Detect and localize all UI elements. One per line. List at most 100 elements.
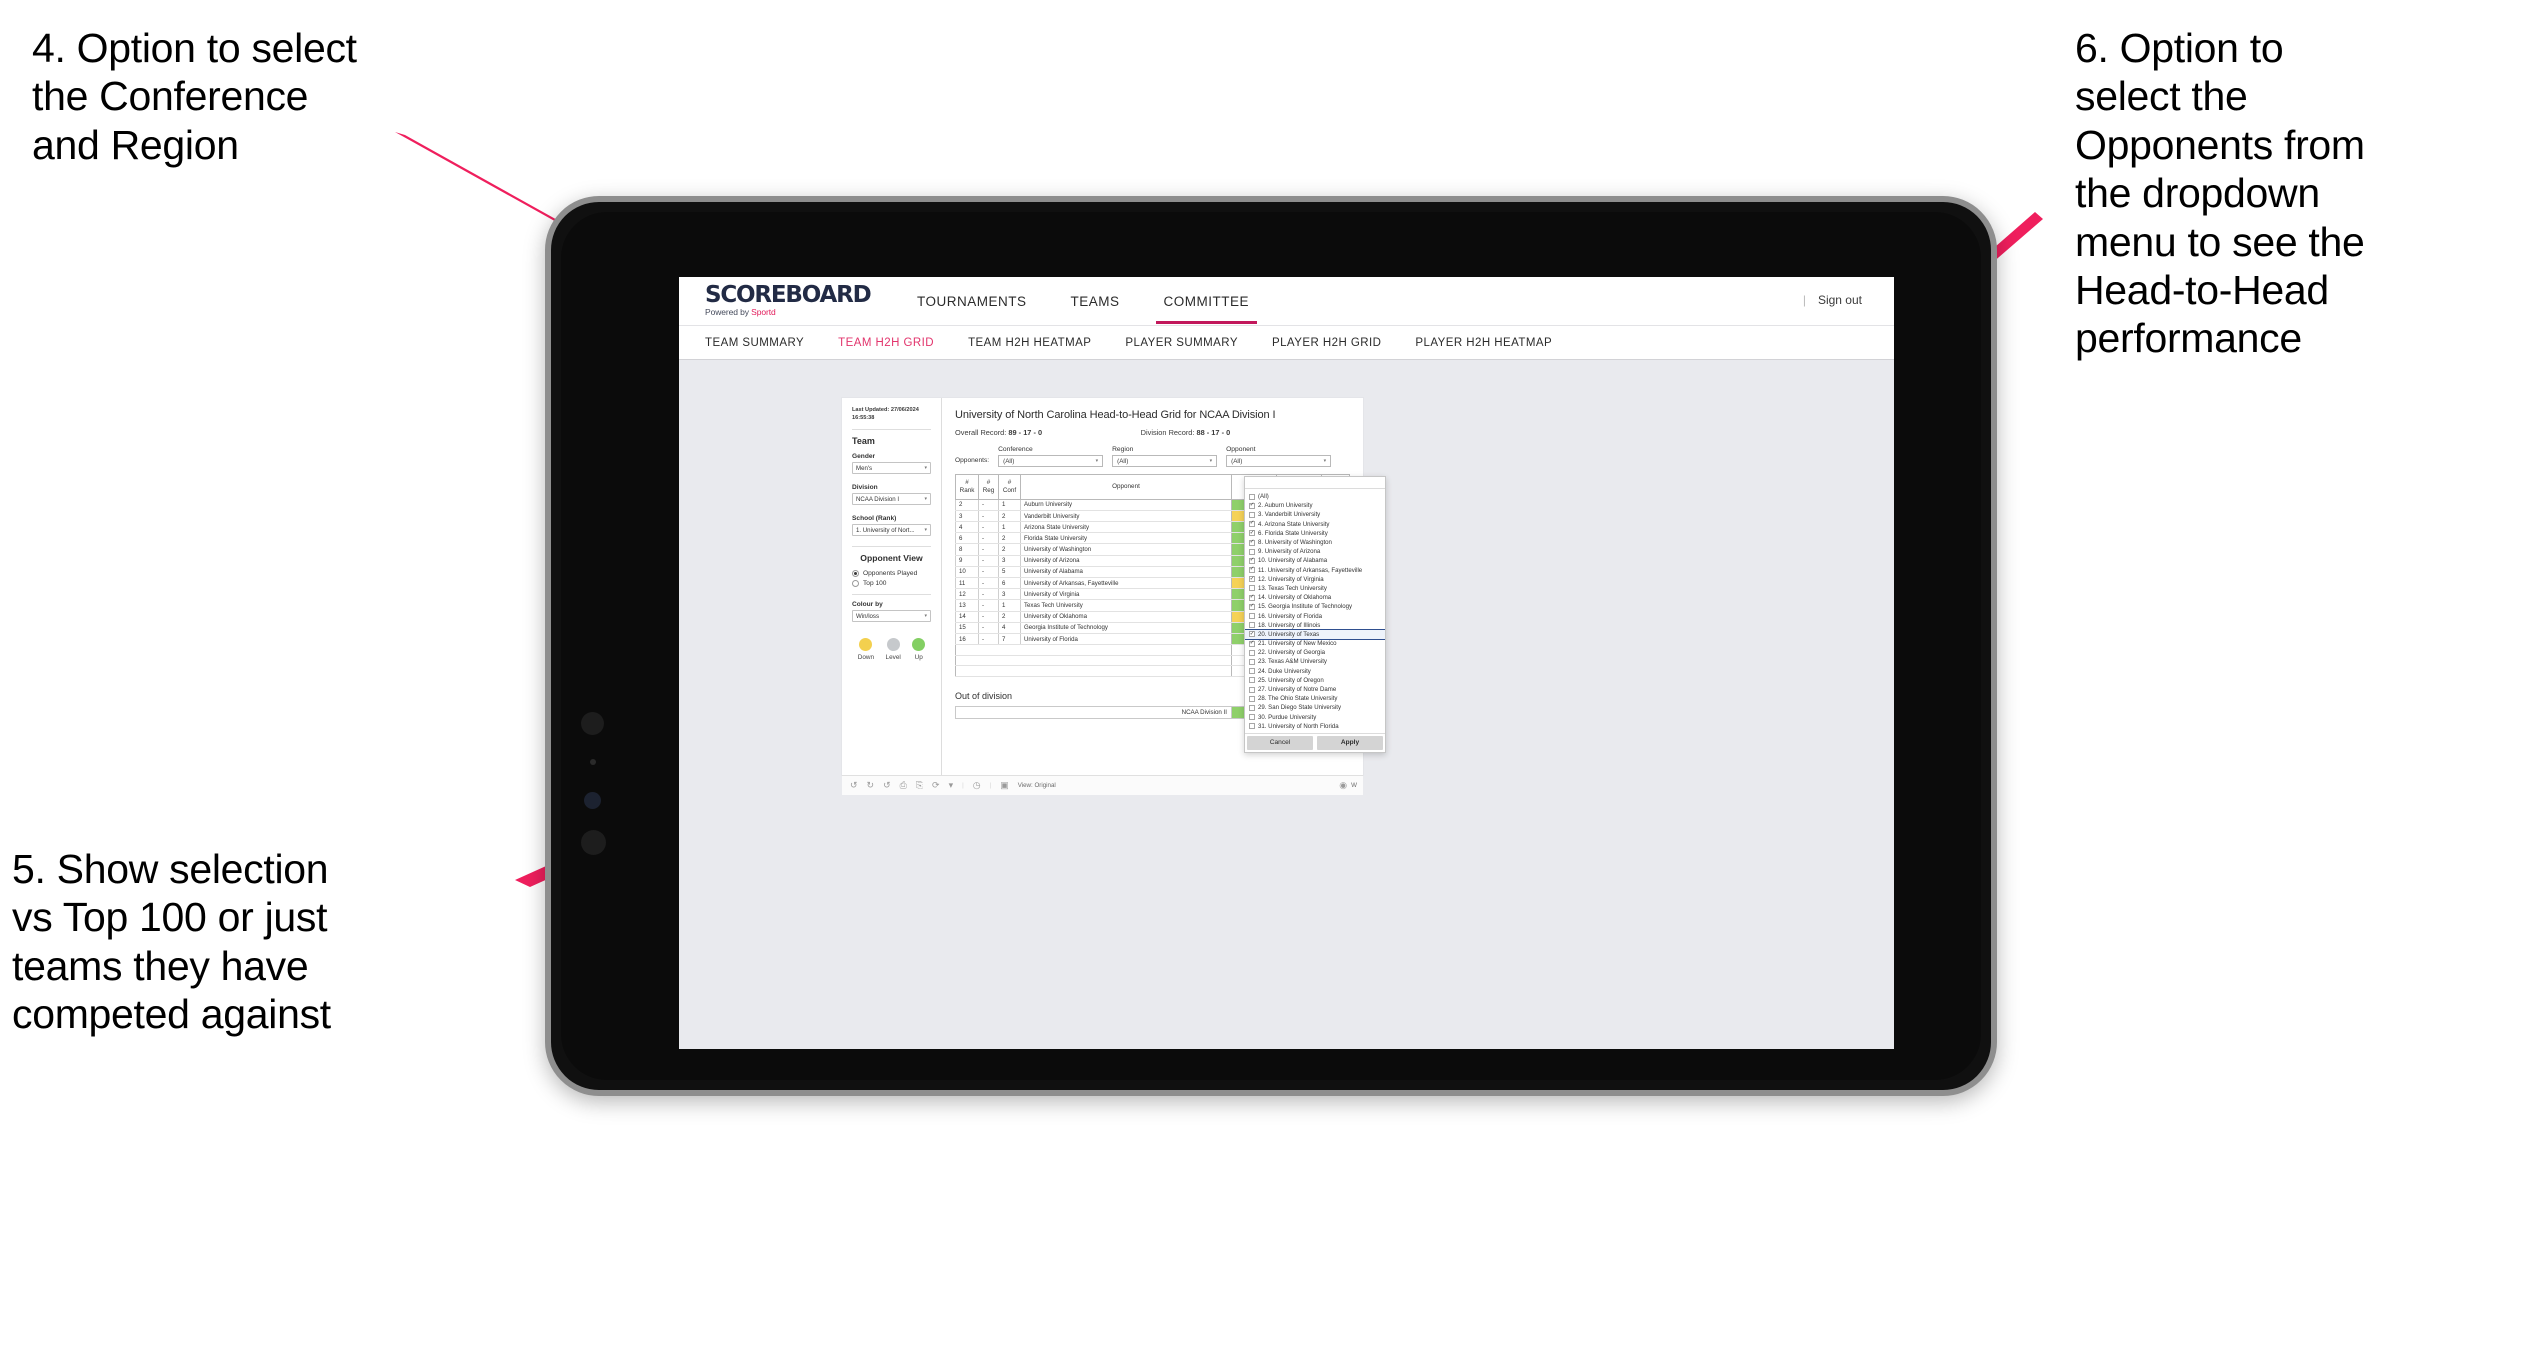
dropdown-item[interactable]: 27. University of Notre Dame: [1245, 685, 1385, 694]
dropdown-item[interactable]: ✓ 21. University of New Mexico: [1245, 639, 1385, 648]
col-conf[interactable]: # Conf: [998, 474, 1021, 500]
dropdown-item[interactable]: 9. University of Arizona: [1245, 547, 1385, 556]
refresh-icon[interactable]: ⟳: [932, 781, 940, 790]
chevron-down-icon[interactable]: ▾: [949, 781, 954, 790]
subnav-item-team-summary[interactable]: TEAM SUMMARY: [705, 337, 804, 349]
opponent-select[interactable]: (All) ▾: [1226, 455, 1332, 467]
opponent-dropdown-panel[interactable]: (All) ✓ 2. Auburn University 3. Vanderbilt …: [1244, 476, 1386, 753]
dropdown-search-input[interactable]: [1245, 477, 1385, 489]
checkbox-icon[interactable]: ✓: [1249, 502, 1255, 509]
radio-opponents-played[interactable]: Opponents Played: [852, 570, 931, 578]
conference-select[interactable]: (All) ▾: [998, 455, 1104, 467]
divider: [852, 546, 931, 548]
col-rank[interactable]: # Rank: [955, 474, 979, 500]
checkbox-icon[interactable]: [1249, 686, 1255, 693]
view-label[interactable]: View: Original: [1018, 782, 1056, 789]
dropdown-item[interactable]: 23. Texas A&M University: [1245, 657, 1385, 666]
checkbox-icon[interactable]: [1249, 622, 1255, 629]
cell-rank: 14: [955, 610, 979, 623]
checkbox-icon[interactable]: ✓: [1249, 530, 1255, 537]
checkbox-icon[interactable]: ✓: [1249, 576, 1255, 583]
cancel-button[interactable]: Cancel: [1247, 735, 1313, 750]
dropdown-item[interactable]: 13. Texas Tech University: [1245, 584, 1385, 593]
dropdown-item-label: 20. University of Texas: [1258, 630, 1320, 638]
dropdown-item[interactable]: ✓ 11. University of Arkansas, Fayettevill…: [1245, 566, 1385, 575]
clock-icon[interactable]: ◷: [973, 781, 981, 790]
subnav-item-team-h2h-grid[interactable]: TEAM H2H GRID: [838, 337, 934, 349]
dropdown-option-list[interactable]: (All) ✓ 2. Auburn University 3. Vanderbilt …: [1245, 489, 1385, 733]
checkbox-icon[interactable]: [1249, 613, 1255, 620]
topnav-item-committee[interactable]: COMMITTEE: [1142, 279, 1272, 324]
chevron-down-icon: ▾: [1095, 458, 1099, 464]
dropdown-item[interactable]: 29. San Diego State University: [1245, 703, 1385, 712]
gender-label: Gender: [852, 453, 876, 461]
radio-top-100[interactable]: Top 100: [852, 580, 931, 588]
dropdown-item[interactable]: 28. The Ohio State University: [1245, 694, 1385, 703]
revert-icon[interactable]: ↺: [883, 781, 891, 790]
checkbox-icon[interactable]: ✓: [1249, 567, 1255, 574]
colour-by-select[interactable]: Win/loss ▾: [852, 610, 931, 623]
checkbox-icon[interactable]: ✓: [1249, 594, 1255, 601]
checkbox-icon[interactable]: [1249, 668, 1255, 675]
dropdown-item[interactable]: ✓ 6. Florida State University: [1245, 529, 1385, 538]
checkbox-icon[interactable]: [1249, 585, 1255, 592]
redo-icon[interactable]: ↻: [867, 781, 875, 790]
checkbox-icon[interactable]: ✓: [1249, 603, 1255, 610]
apply-button[interactable]: Apply: [1317, 735, 1383, 750]
subnav-item-player-summary[interactable]: PLAYER SUMMARY: [1125, 337, 1238, 349]
dropdown-item[interactable]: (All): [1245, 492, 1385, 501]
dropdown-item[interactable]: 3. Vanderbilt University: [1245, 510, 1385, 519]
divider: [852, 594, 931, 596]
signout-link[interactable]: Sign out: [1818, 293, 1862, 307]
col-reg[interactable]: # Reg: [978, 474, 999, 500]
cell-rank: 16: [955, 632, 979, 646]
checkbox-icon[interactable]: [1249, 493, 1255, 500]
division-select[interactable]: NCAA Division I ▾: [852, 493, 931, 506]
region-select[interactable]: (All) ▾: [1112, 455, 1218, 467]
gender-select[interactable]: Men's ▾: [852, 462, 931, 475]
checkbox-icon[interactable]: ✓: [1249, 631, 1255, 638]
checkbox-icon[interactable]: ✓: [1249, 640, 1255, 647]
dropdown-item[interactable]: 31. University of North Florida: [1245, 722, 1385, 731]
dropdown-item[interactable]: ✓ 14. University of Oklahoma: [1245, 593, 1385, 602]
subnav-item-player-h2h-grid[interactable]: PLAYER H2H GRID: [1272, 337, 1381, 349]
app-logo[interactable]: SCOREBOARD Powered by Sportd: [705, 283, 872, 317]
school-rank-select[interactable]: 1. University of Nort... ▾: [852, 524, 931, 537]
legend-swatch-up: [912, 638, 926, 652]
checkbox-icon[interactable]: [1249, 649, 1255, 656]
dropdown-item[interactable]: 22. University of Georgia: [1245, 648, 1385, 657]
checkbox-icon[interactable]: [1249, 723, 1255, 730]
dropdown-item[interactable]: 24. Duke University: [1245, 667, 1385, 676]
checkbox-icon[interactable]: [1249, 695, 1255, 702]
dropdown-item[interactable]: ✓ 2. Auburn University: [1245, 501, 1385, 510]
checkbox-icon[interactable]: [1249, 704, 1255, 711]
dropdown-item-label: 24. Duke University: [1258, 667, 1311, 675]
dropdown-item[interactable]: ✓ 20. University of Texas: [1245, 628, 1385, 641]
dropdown-item[interactable]: 18. University of Illinois: [1245, 621, 1385, 630]
dropdown-item[interactable]: ✓ 12. University of Virginia: [1245, 575, 1385, 584]
pause-icon[interactable]: ⎘: [916, 781, 923, 790]
checkbox-icon[interactable]: [1249, 677, 1255, 684]
dropdown-item[interactable]: ✓ 4. Arizona State University: [1245, 520, 1385, 529]
checkbox-icon[interactable]: ✓: [1249, 539, 1255, 546]
watch-area[interactable]: ◉ W: [1339, 781, 1363, 790]
checkbox-icon[interactable]: ✓: [1249, 558, 1255, 564]
checkbox-icon[interactable]: [1249, 548, 1255, 555]
checkbox-icon[interactable]: [1249, 714, 1255, 721]
checkbox-icon[interactable]: [1249, 658, 1255, 665]
topnav-item-teams[interactable]: TEAMS: [1049, 279, 1142, 324]
checkbox-icon[interactable]: [1249, 511, 1255, 518]
topnav-item-tournaments[interactable]: TOURNAMENTS: [895, 279, 1049, 324]
dropdown-item[interactable]: ✓ 15. Georgia Institute of Technology: [1245, 602, 1385, 611]
dropdown-item[interactable]: ✓ 8. University of Washington: [1245, 538, 1385, 547]
subnav-item-player-h2h-heatmap[interactable]: PLAYER H2H HEATMAP: [1415, 337, 1552, 349]
dropdown-item[interactable]: 16. University of Florida: [1245, 611, 1385, 620]
dropdown-item[interactable]: ✓ 10. University of Alabama: [1245, 556, 1385, 565]
subnav-item-team-h2h-heatmap[interactable]: TEAM H2H HEATMAP: [968, 337, 1091, 349]
save-icon[interactable]: ⎙: [900, 781, 907, 790]
dropdown-item[interactable]: 25. University of Oregon: [1245, 676, 1385, 685]
undo-icon[interactable]: ↺: [850, 781, 858, 790]
dropdown-item[interactable]: 30. Purdue University: [1245, 713, 1385, 722]
checkbox-icon[interactable]: ✓: [1249, 521, 1255, 528]
col-opponent[interactable]: Opponent: [1020, 474, 1232, 500]
